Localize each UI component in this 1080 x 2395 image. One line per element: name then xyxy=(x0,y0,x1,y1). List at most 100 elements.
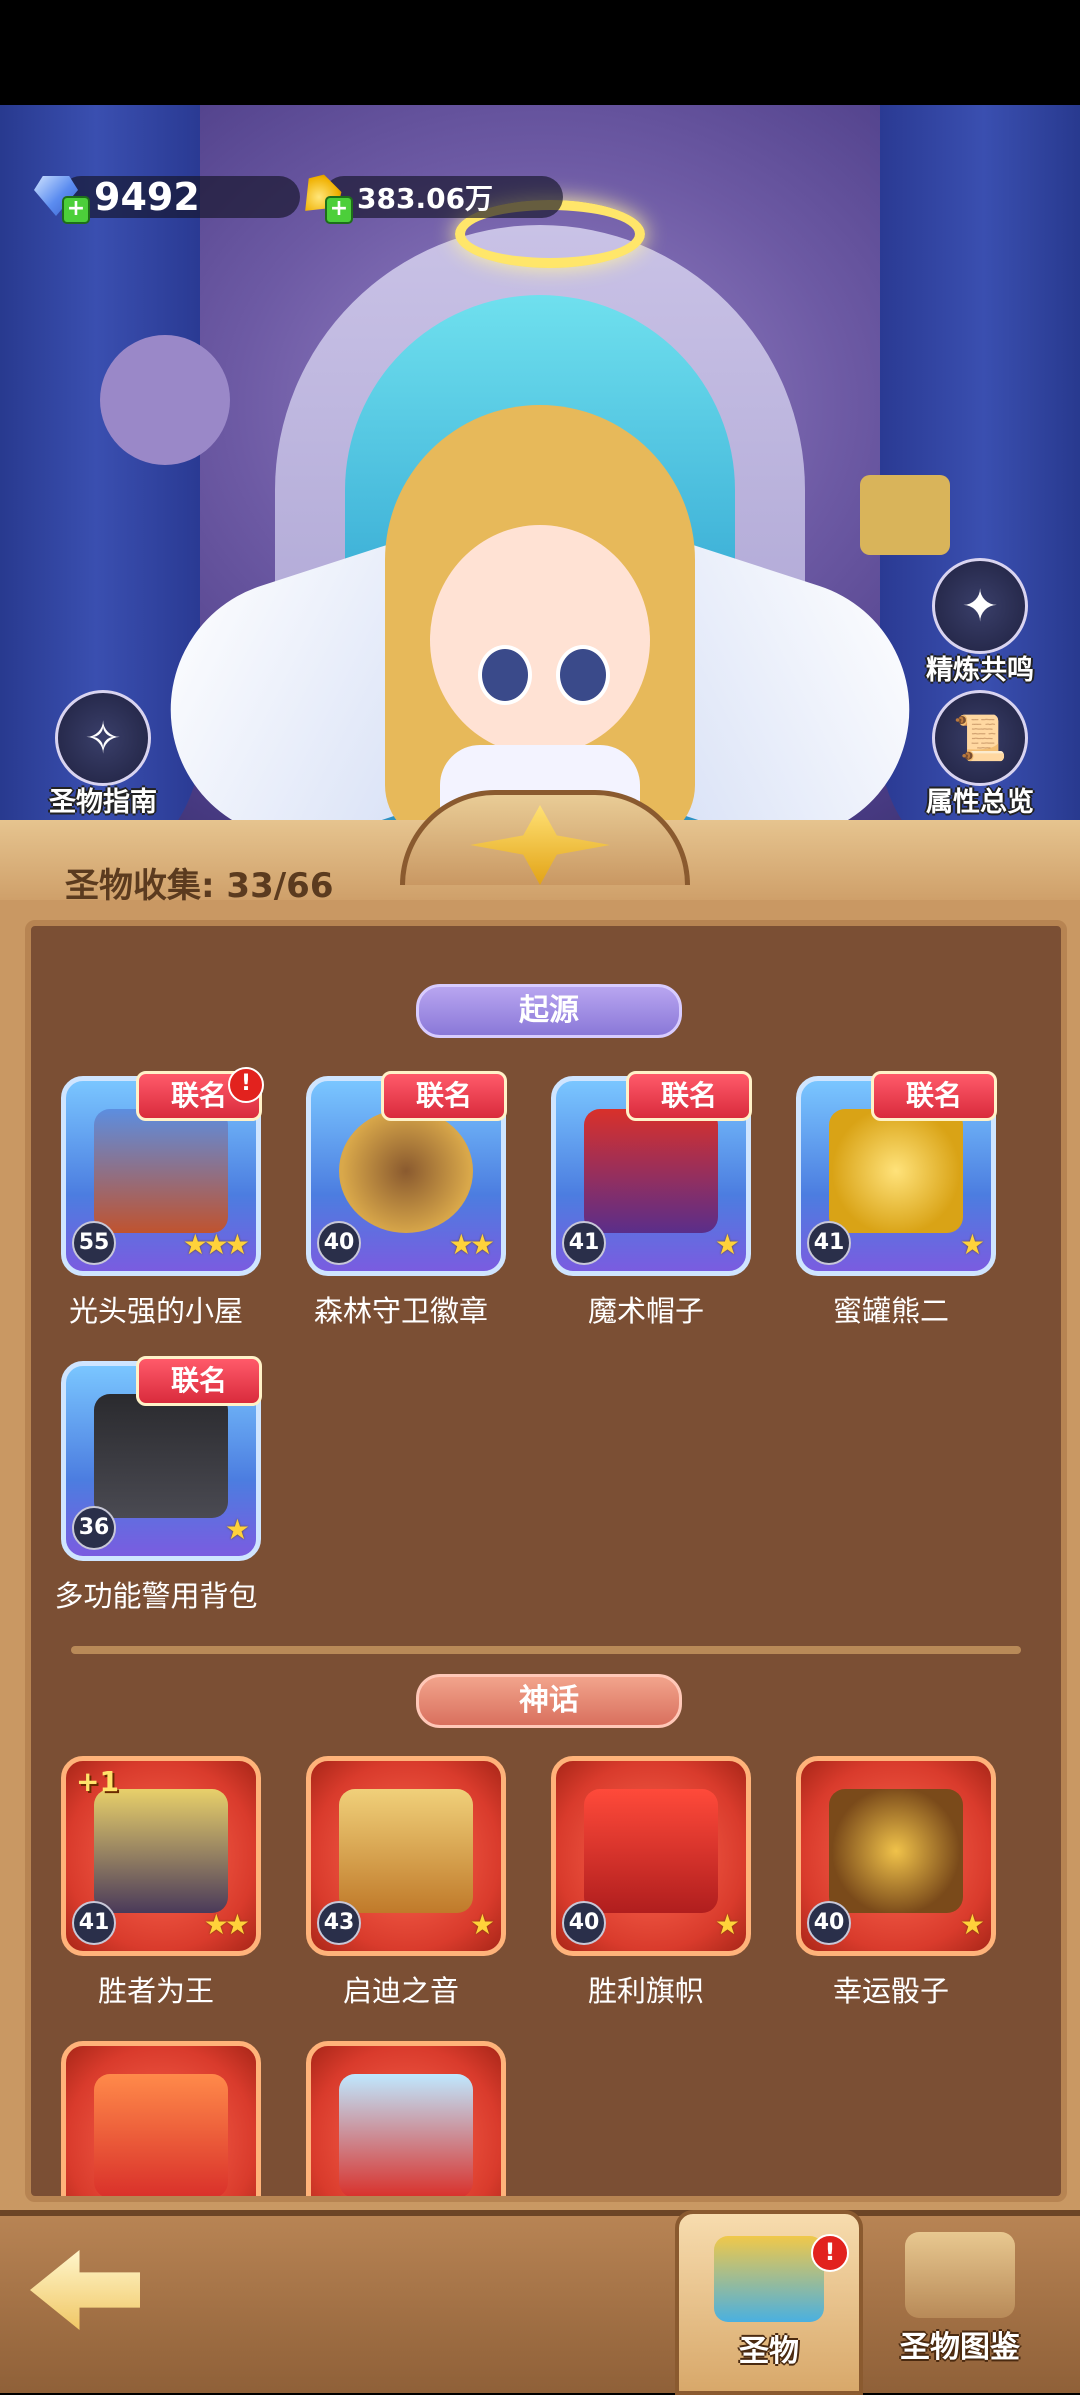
attribute-overview-label: 属性总览 xyxy=(926,787,1034,818)
add-coins-icon[interactable]: + xyxy=(325,196,353,224)
relic-stars: ★ xyxy=(714,1228,740,1261)
relic-card[interactable]: 联名 ! 55 ★★★ 光头强的小屋 xyxy=(61,1067,264,1330)
relic-level: 40 xyxy=(807,1901,851,1945)
relic-level: 41 xyxy=(807,1221,851,1265)
relic-name: 蜜罐熊二 xyxy=(832,1294,949,1328)
potion-icon xyxy=(339,2074,473,2196)
king-chess-icon xyxy=(94,1789,228,1913)
flute-icon xyxy=(94,2074,228,2196)
back-arrow-icon xyxy=(30,2250,140,2330)
gem-counter[interactable]: + 9492 xyxy=(30,172,300,224)
parrot-hat-icon xyxy=(584,1109,718,1233)
collab-tag: 联名 xyxy=(381,1071,507,1121)
relic-frame: 联名 ! 55 ★★★ xyxy=(61,1067,264,1276)
relic-level: 41 xyxy=(562,1221,606,1265)
relic-list[interactable]: 起源 联名 ! 55 ★★★ 光头强的小屋 联名 40 ★★ 森林守卫徽章 联名… xyxy=(25,920,1067,2202)
relic-card[interactable] xyxy=(61,2041,261,2196)
relic-frame: 联名 41 ★ xyxy=(551,1071,752,1276)
relic-name: 胜者为王 xyxy=(97,1974,214,2008)
relic-stars: ★ xyxy=(469,1908,495,1941)
relic-frame xyxy=(306,2041,506,2196)
relic-card[interactable]: 联名 36 ★ 多功能警用背包 xyxy=(54,1356,262,1615)
guide-icon: ✧ xyxy=(55,690,151,786)
angel-face xyxy=(430,525,650,755)
diamond-icon: + xyxy=(30,172,90,224)
relic-name: 胜利旗帜 xyxy=(587,1974,704,2008)
tab-relic-label: 圣物 xyxy=(739,2334,799,2369)
relic-guide-label: 圣物指南 xyxy=(49,787,157,818)
upgrade-badge: +1 xyxy=(76,1765,119,1798)
relic-card[interactable]: 40 ★ 胜利旗帜 xyxy=(551,1756,751,2010)
bear-badge-icon xyxy=(339,1109,473,1233)
harp-icon xyxy=(339,1789,473,1913)
relic-name: 多功能警用背包 xyxy=(54,1579,258,1613)
backpack-icon xyxy=(94,1394,228,1518)
relic-stars: ★★ xyxy=(203,1908,250,1941)
book-icon xyxy=(905,2232,1015,2318)
coin-counter[interactable]: + 383.06万 xyxy=(293,172,563,222)
relic-card[interactable]: 联名 41 ★ 蜜罐熊二 xyxy=(796,1071,997,1330)
relic-name: 幸运骰子 xyxy=(832,1974,949,2008)
section-title-origin: 起源 xyxy=(416,984,682,1038)
collection-progress: 圣物收集: 33/66 xyxy=(65,866,334,906)
relic-stars: ★★ xyxy=(448,1228,495,1261)
relic-card[interactable]: +1 41 ★★ 胜者为王 xyxy=(61,1756,261,2010)
relic-name: 光头强的小屋 xyxy=(68,1294,243,1328)
relic-card[interactable]: 联名 41 ★ 魔术帽子 xyxy=(551,1071,752,1330)
relic-name: 启迪之音 xyxy=(342,1974,459,2008)
relic-stars: ★ xyxy=(959,1908,985,1941)
compass-star-icon: ✦ xyxy=(932,558,1028,654)
horn-icon xyxy=(714,2236,824,2322)
add-gems-icon[interactable]: + xyxy=(62,196,90,224)
angel-eye-left xyxy=(478,645,532,705)
collab-tag: 联名 xyxy=(136,1356,262,1406)
relic-frame: 联名 40 ★★ xyxy=(306,1071,507,1276)
tab-relic-codex[interactable]: 圣物图鉴 xyxy=(870,2210,1050,2387)
cabin-icon xyxy=(94,1109,228,1233)
tab-codex-label: 圣物图鉴 xyxy=(900,2330,1020,2365)
back-button[interactable] xyxy=(30,2250,150,2340)
relic-stars: ★★★ xyxy=(182,1228,250,1261)
attribute-overview-button[interactable]: 📜 属性总览 xyxy=(905,690,1055,819)
relic-level: 40 xyxy=(317,1221,361,1265)
chalice-decoration xyxy=(860,475,950,555)
alert-badge: ! xyxy=(228,1067,264,1103)
section-title-myth: 神话 xyxy=(416,1674,682,1728)
tab-relic[interactable]: 圣物 ! xyxy=(675,2210,863,2395)
scroll-icon: 📜 xyxy=(932,690,1028,786)
relic-guide-button[interactable]: ✧ 圣物指南 xyxy=(28,690,178,819)
coin-icon: + xyxy=(293,172,353,222)
relic-name: 魔术帽子 xyxy=(587,1294,704,1328)
relic-card[interactable] xyxy=(306,2041,506,2196)
relic-stars: ★ xyxy=(714,1908,740,1941)
relic-frame: 43 ★ xyxy=(306,1756,506,1956)
alert-badge: ! xyxy=(811,2234,849,2272)
relic-stars: ★ xyxy=(224,1513,250,1546)
relic-frame: 40 ★ xyxy=(551,1756,751,1956)
refine-resonance-label: 精炼共鸣 xyxy=(926,655,1034,686)
relic-level: 36 xyxy=(72,1506,116,1550)
relic-level: 41 xyxy=(72,1901,116,1945)
relic-name: 森林守卫徽章 xyxy=(313,1294,488,1328)
angel-eye-right xyxy=(556,645,610,705)
relic-stars: ★ xyxy=(959,1228,985,1261)
relic-level: 43 xyxy=(317,1901,361,1945)
relic-card[interactable]: 43 ★ 启迪之音 xyxy=(306,1756,506,2010)
relic-frame: 联名 36 ★ xyxy=(61,1356,262,1561)
status-bar xyxy=(0,0,1080,105)
relic-frame: 40 ★ xyxy=(796,1756,996,1956)
relic-frame xyxy=(61,2041,261,2196)
relic-frame: +1 41 ★★ xyxy=(61,1756,261,1956)
dice-icon xyxy=(829,1789,963,1913)
relic-card[interactable]: 联名 40 ★★ 森林守卫徽章 xyxy=(306,1071,507,1330)
relic-level: 40 xyxy=(562,1901,606,1945)
relic-level: 55 xyxy=(72,1221,116,1265)
section-divider xyxy=(71,1646,1021,1654)
refine-resonance-button[interactable]: ✦ 精炼共鸣 xyxy=(905,558,1055,687)
relic-card[interactable]: 40 ★ 幸运骰子 xyxy=(796,1756,996,2010)
relic-frame: 联名 41 ★ xyxy=(796,1071,997,1276)
gem-amount: 9492 xyxy=(94,175,200,219)
collab-tag: 联名 xyxy=(626,1071,752,1121)
coin-amount: 383.06万 xyxy=(357,182,494,215)
banner-icon xyxy=(584,1789,718,1913)
